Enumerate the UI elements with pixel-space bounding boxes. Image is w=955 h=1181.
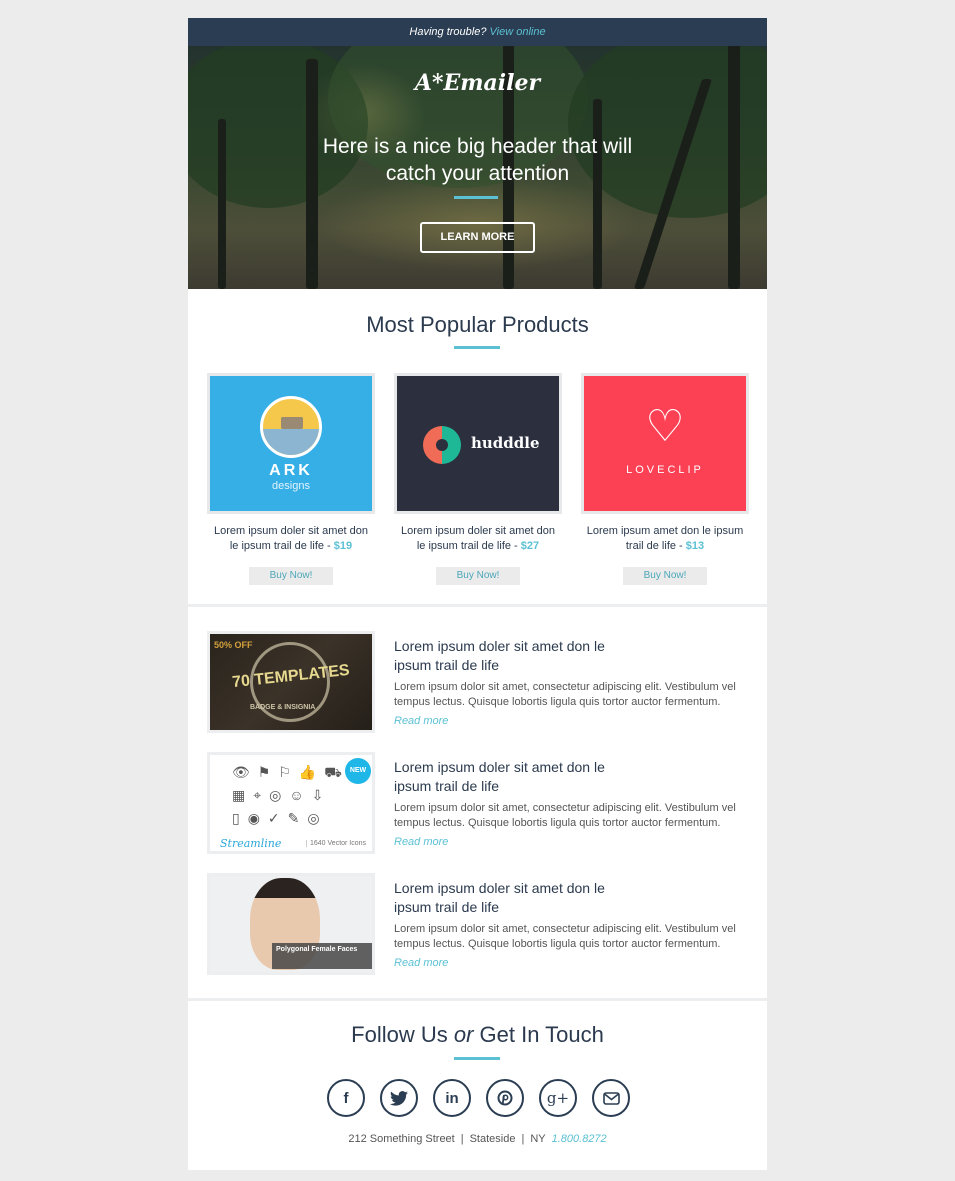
headline-line-2: catch your attention	[385, 162, 570, 185]
image-sub: BADGE & INSIGNIA	[250, 704, 316, 711]
article-item: 👁⚑⚐👍⛟ ▦⌖◎☺⇩ ▯◉✓✎◎ NEW Streamline 1640 Vect…	[207, 752, 752, 854]
social-links: f in g+	[327, 1079, 630, 1117]
image-badge: 50% OFF	[214, 640, 253, 650]
product-card: ARK designs Lorem ipsum doler sit amet d…	[207, 373, 375, 585]
pinterest-icon[interactable]	[486, 1079, 524, 1117]
tree-trunk	[593, 99, 602, 289]
hudddle-logo-icon	[423, 426, 461, 464]
learn-more-button[interactable]: LEARN MORE	[420, 222, 535, 253]
image-caption-box: Polygonal Female Faces	[272, 943, 372, 969]
article-item: Polygonal Female Faces Lorem ipsum doler…	[207, 873, 752, 975]
product-price: $19	[333, 540, 353, 552]
view-online-bar: Having trouble? View online	[188, 18, 767, 46]
article-title: Lorem ipsum doler sit amet don le ipsum …	[394, 880, 605, 915]
footer-title: Follow Us or Get In Touch	[188, 1022, 767, 1048]
product-card: hudddle Lorem ipsum doler sit amet don l…	[394, 373, 562, 585]
city: Stateside	[469, 1133, 516, 1145]
article-image[interactable]: 👁⚑⚐👍⛟ ▦⌖◎☺⇩ ▯◉✓✎◎ NEW Streamline 1640 Vect…	[207, 752, 375, 854]
image-caption: Streamline	[220, 837, 282, 850]
buy-now-button[interactable]: Buy Now!	[623, 567, 707, 585]
footer-divider	[454, 1057, 500, 1060]
separator: |	[521, 1133, 525, 1145]
new-badge: NEW	[345, 758, 371, 784]
hero-headline: Here is a nice big header that will catc…	[188, 133, 767, 187]
product-price: $27	[520, 540, 540, 552]
product-description: Lorem ipsum doler sit amet don le ipsum …	[394, 524, 562, 554]
article-body: Lorem ipsum dolor sit amet, consectetur …	[394, 802, 736, 829]
twitter-icon[interactable]	[380, 1079, 418, 1117]
product-desc-text: Lorem ipsum amet don le ipsum trail de l…	[586, 525, 744, 552]
ark-logo-icon	[260, 396, 322, 458]
product-image[interactable]: ARK designs	[207, 373, 375, 514]
buy-now-button[interactable]: Buy Now!	[436, 567, 520, 585]
image-sub: 1640 Vector Icons	[306, 840, 366, 847]
street: 212 Something Street	[348, 1133, 455, 1145]
headline-line-1: Here is a nice big header that will	[322, 135, 633, 158]
product-card: ♡ LOVECLIP Lorem ipsum amet don le ipsum…	[581, 373, 749, 585]
hudddle-brand: hudddle	[471, 434, 540, 452]
product-description: Lorem ipsum amet don le ipsum trail de l…	[581, 524, 749, 554]
envelope-glyph	[602, 1091, 620, 1105]
trouble-text: Having trouble?	[409, 26, 487, 38]
ark-brand-sub: designs	[272, 480, 310, 492]
section-title: Most Popular Products	[366, 312, 589, 337]
section-divider	[454, 346, 500, 349]
article-item: 50% OFF 70 TEMPLATES BADGE & INSIGNIA Lo…	[207, 631, 752, 733]
popular-products-section: Most Popular Products ARK designs Lorem …	[188, 289, 767, 607]
article-body: Lorem ipsum dolor sit amet, consectetur …	[394, 681, 736, 708]
image-caption: Polygonal Female Faces	[276, 946, 358, 953]
product-image[interactable]: ♡ LOVECLIP	[581, 373, 749, 514]
article-image[interactable]: 50% OFF 70 TEMPLATES BADGE & INSIGNIA	[207, 631, 375, 733]
google-plus-icon[interactable]: g+	[539, 1079, 577, 1117]
contact-address: 212 Something Street | Stateside | NY 1.800.8…	[188, 1133, 767, 1145]
product-description: Lorem ipsum doler sit amet don le ipsum …	[207, 524, 375, 554]
facebook-icon[interactable]: f	[327, 1079, 365, 1117]
pinterest-glyph	[497, 1090, 513, 1106]
ark-brand: ARK	[269, 462, 313, 479]
state: NY	[530, 1133, 546, 1145]
brand-logo: A*Emailer	[414, 70, 541, 96]
article-title: Lorem ipsum doler sit amet don le ipsum …	[394, 759, 605, 794]
loveclip-brand: LOVECLIP	[626, 464, 704, 476]
linkedin-icon[interactable]: in	[433, 1079, 471, 1117]
footer-title-b: Get In Touch	[473, 1022, 604, 1047]
footer-title-or: or	[453, 1022, 474, 1047]
article-body: Lorem ipsum dolor sit amet, consectetur …	[394, 923, 736, 950]
view-online-link[interactable]: View online	[490, 26, 546, 38]
article-title: Lorem ipsum doler sit amet don le ipsum …	[394, 638, 605, 673]
icon-grid: 👁⚑⚐👍⛟ ▦⌖◎☺⇩ ▯◉✓✎◎	[232, 764, 350, 826]
articles-section: 50% OFF 70 TEMPLATES BADGE & INSIGNIA Lo…	[188, 607, 767, 1001]
twitter-bird-glyph	[390, 1090, 408, 1106]
hero-divider	[454, 196, 498, 199]
read-more-link[interactable]: Read more	[394, 715, 448, 727]
read-more-link[interactable]: Read more	[394, 836, 448, 848]
buy-now-button[interactable]: Buy Now!	[249, 567, 333, 585]
phone-link[interactable]: 1.800.8272	[552, 1133, 607, 1145]
read-more-link[interactable]: Read more	[394, 957, 448, 969]
email-container: Having trouble? View online A*Emailer He…	[188, 18, 767, 1170]
heart-clip-icon: ♡	[645, 402, 685, 451]
product-image[interactable]: hudddle	[394, 373, 562, 514]
footer-title-a: Follow Us	[351, 1022, 454, 1047]
article-image[interactable]: Polygonal Female Faces	[207, 873, 375, 975]
hero-banner: Having trouble? View online A*Emailer He…	[188, 18, 767, 289]
product-price: $13	[685, 540, 705, 552]
footer-section: Follow Us or Get In Touch f in g+ 212 So…	[188, 1001, 767, 1170]
email-icon[interactable]	[592, 1079, 630, 1117]
separator: |	[460, 1133, 464, 1145]
